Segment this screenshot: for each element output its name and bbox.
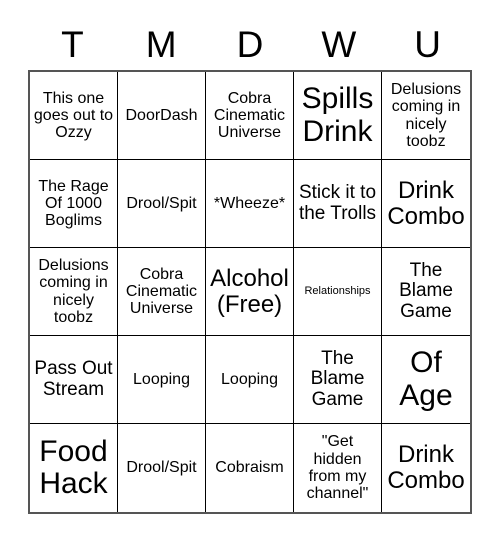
bingo-cell-text: Alcohol (Free) (210, 264, 289, 318)
bingo-cell-text: The Rage Of 1000 Boglims (38, 177, 109, 230)
bingo-cell-text: Spills Drink (301, 82, 374, 148)
bingo-cell-r2c3[interactable]: Relationships (294, 248, 382, 336)
bingo-cell-r2c2[interactable]: Alcohol (Free) (206, 248, 294, 336)
bingo-cell-r1c0[interactable]: The Rage Of 1000 Boglims (30, 160, 118, 248)
bingo-cell-r4c4[interactable]: Drink Combo (382, 424, 470, 512)
bingo-cell-text: The Blame Game (310, 347, 365, 410)
bingo-cell-r3c4[interactable]: Of Age (382, 336, 470, 424)
bingo-cell-text: Food Hack (39, 434, 108, 500)
bingo-cell-text: Delusions coming in nicely toobz (38, 256, 109, 326)
bingo-cell-text: Pass Out Stream (34, 357, 113, 400)
bingo-cell-r2c0[interactable]: Delusions coming in nicely toobz (30, 248, 118, 336)
bingo-header-letter-3: W (321, 24, 357, 65)
bingo-cell-r0c0[interactable]: This one goes out to Ozzy (30, 72, 118, 160)
bingo-cell-text: Drool/Spit (126, 194, 197, 212)
bingo-cell-text: Drool/Spit (126, 459, 197, 477)
bingo-cell-r0c3[interactable]: Spills Drink (294, 72, 382, 160)
bingo-cell-r4c2[interactable]: Cobraism (206, 424, 294, 512)
bingo-cell-r3c3[interactable]: The Blame Game (294, 336, 382, 424)
bingo-cell-r3c0[interactable]: Pass Out Stream (30, 336, 118, 424)
bingo-cell-r2c1[interactable]: Cobra Cinematic Universe (118, 248, 206, 336)
bingo-cell-r4c1[interactable]: Drool/Spit (118, 424, 206, 512)
bingo-cell-r0c2[interactable]: Cobra Cinematic Universe (206, 72, 294, 160)
bingo-header-letter-1: M (145, 24, 177, 65)
bingo-cell-r3c2[interactable]: Looping (206, 336, 294, 424)
bingo-cell-r0c1[interactable]: DoorDash (118, 72, 206, 160)
bingo-cell-r4c0[interactable]: Food Hack (30, 424, 118, 512)
bingo-grid: This one goes out to Ozzy DoorDash Cobra… (28, 70, 472, 514)
bingo-cell-text: Of Age (399, 346, 453, 412)
bingo-cell-text: Delusions coming in nicely toobz (390, 80, 462, 150)
bingo-cell-r3c1[interactable]: Looping (118, 336, 206, 424)
bingo-cell-text: The Blame Game (399, 259, 453, 322)
bingo-cell-r4c3[interactable]: "Get hidden from my channel" (294, 424, 382, 512)
bingo-card: T M D W U This one goes out to Ozzy Door… (0, 0, 500, 544)
bingo-cell-text: Cobra Cinematic Universe (213, 89, 286, 142)
bingo-cell-text: DoorDash (125, 106, 198, 124)
bingo-cell-text: Relationships (304, 284, 371, 297)
bingo-cell-text: This one goes out to Ozzy (33, 89, 114, 142)
bingo-cell-text: Looping (133, 370, 190, 388)
bingo-header-row: T M D W U (28, 22, 472, 68)
bingo-cell-text: Drink Combo (387, 176, 465, 230)
bingo-cell-r1c1[interactable]: Drool/Spit (118, 160, 206, 248)
bingo-cell-text: Cobra Cinematic Universe (125, 265, 198, 318)
bingo-cell-text: Drink Combo (387, 441, 465, 494)
bingo-header-letter-0: T (61, 24, 84, 65)
bingo-cell-text: Stick it to the Trolls (298, 181, 377, 224)
bingo-cell-text: Cobraism (215, 459, 284, 477)
bingo-cell-text: *Wheeze* (213, 194, 286, 212)
bingo-cell-r0c4[interactable]: Delusions coming in nicely toobz (382, 72, 470, 160)
bingo-cell-r2c4[interactable]: The Blame Game (382, 248, 470, 336)
bingo-cell-r1c4[interactable]: Drink Combo (382, 160, 470, 248)
bingo-cell-text: Looping (221, 370, 278, 388)
bingo-cell-r1c3[interactable]: Stick it to the Trolls (294, 160, 382, 248)
bingo-cell-r1c2[interactable]: *Wheeze* (206, 160, 294, 248)
bingo-header-letter-2: D (236, 24, 264, 65)
bingo-cell-text: "Get hidden from my channel" (306, 433, 369, 503)
bingo-header-letter-4: U (414, 24, 441, 65)
